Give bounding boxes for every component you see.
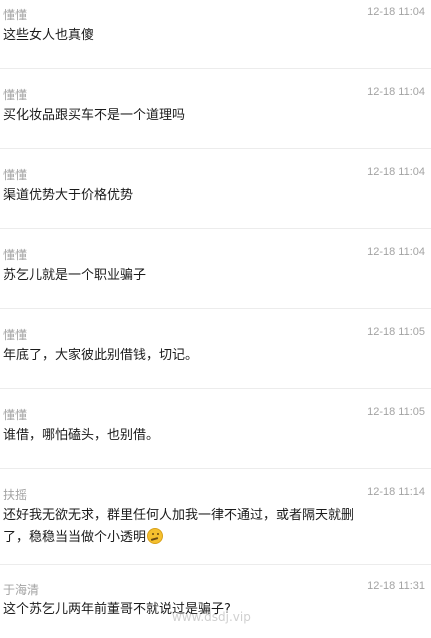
- comment-divider: [0, 228, 431, 229]
- comment-text-fragment: 了，稳稳当当做个小透明: [3, 530, 147, 545]
- comment-username[interactable]: 懂懂: [3, 406, 27, 423]
- comment-text: 苏乞儿就是一个职业骗子: [3, 268, 147, 283]
- comment-username[interactable]: 于海清: [3, 581, 39, 598]
- comment-username[interactable]: 懂懂: [3, 86, 27, 103]
- comment-item: 扶摇 12-18 11:14 还好我无欲无求，群里任何人加我一律不通过，或者隔天…: [0, 468, 431, 564]
- comment-text: 买化妆品跟买车不是一个道理吗: [3, 108, 186, 123]
- comment-username[interactable]: 懂懂: [3, 166, 27, 183]
- comment-text: 还好我无欲无求，群里任何人加我一律不通过，或者隔天就删 了，稳稳当当做个小透明: [3, 505, 411, 549]
- comment-divider: [0, 468, 431, 469]
- comment-timestamp: 12-18 11:04: [367, 166, 425, 178]
- comment-divider: [0, 388, 431, 389]
- comment-item: 懂懂 12-18 11:05 年底了，大家彼此别借钱，切记。: [0, 308, 431, 388]
- comment-divider: [0, 68, 431, 69]
- comment-item: 懂懂 12-18 11:04 苏乞儿就是一个职业骗子: [0, 228, 431, 308]
- thinking-emoji-icon: [147, 528, 164, 544]
- comment-text: 这些女人也真傻: [3, 28, 95, 43]
- comment-text: 谁借，哪怕磕头，也别借。: [3, 428, 160, 443]
- comment-username[interactable]: 扶摇: [3, 486, 27, 503]
- comment-item: 懂懂 12-18 11:05 谁借，哪怕磕头，也别借。: [0, 388, 431, 468]
- comment-item: 于海清 12-18 11:31 这个苏乞儿两年前董哥不就说过是骗子?: [0, 564, 431, 638]
- comment-item: 懂懂 12-18 11:04 买化妆品跟买车不是一个道理吗: [0, 68, 431, 148]
- comment-username[interactable]: 懂懂: [3, 6, 27, 23]
- comment-username[interactable]: 懂懂: [3, 246, 27, 263]
- comment-timestamp: 12-18 11:04: [367, 246, 425, 258]
- comment-timestamp: 12-18 11:31: [367, 580, 425, 592]
- comment-divider: [0, 308, 431, 309]
- comment-divider: [0, 564, 431, 565]
- comment-text: 渠道优势大于价格优势: [3, 188, 134, 203]
- comment-item: 懂懂 12-18 11:04 这些女人也真傻: [0, 0, 431, 68]
- watermark-text: www.dsdj.vip: [172, 610, 251, 624]
- comment-item: 懂懂 12-18 11:04 渠道优势大于价格优势: [0, 148, 431, 228]
- comment-text-line: 还好我无欲无求，群里任何人加我一律不通过，或者隔天就删: [3, 508, 355, 523]
- comment-timestamp: 12-18 11:04: [367, 6, 425, 18]
- comment-timestamp: 12-18 11:05: [367, 406, 425, 418]
- comment-username[interactable]: 懂懂: [3, 326, 27, 343]
- comment-timestamp: 12-18 11:14: [367, 486, 425, 498]
- comment-text: 年底了，大家彼此别借钱，切记。: [3, 348, 199, 363]
- comment-timestamp: 12-18 11:04: [367, 86, 425, 98]
- comment-timestamp: 12-18 11:05: [367, 326, 425, 338]
- comment-text-line: 了，稳稳当当做个小透明: [3, 527, 411, 549]
- comment-divider: [0, 148, 431, 149]
